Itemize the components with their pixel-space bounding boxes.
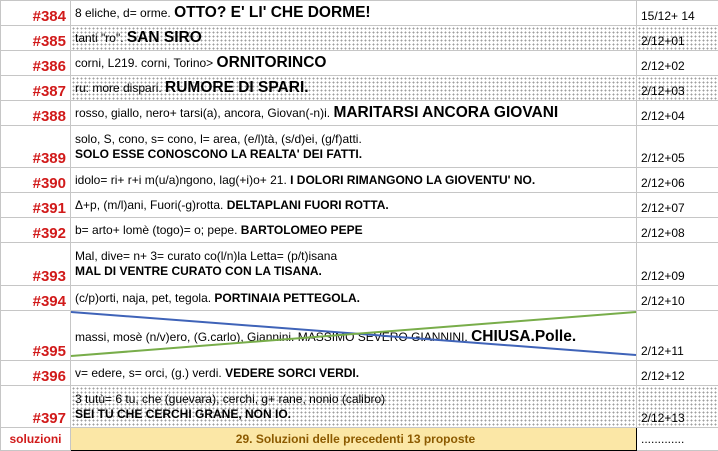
row-number[interactable]: #397 [0, 385, 71, 428]
row-number[interactable]: #384 [0, 0, 71, 26]
answer-text: SEI TU CHE CERCHI GRANE, NON IO. [75, 406, 292, 421]
row-text[interactable]: b= arto+ lomè (togo)= o; pepe. BARTOLOME… [70, 217, 637, 243]
row-number[interactable]: #385 [0, 25, 71, 51]
row-date[interactable]: 2/12+02 [636, 50, 718, 76]
row-number[interactable]: #390 [0, 167, 71, 193]
row-text[interactable]: rosso, giallo, nero+ tarsi(a), ancora, G… [70, 100, 637, 126]
row-date[interactable]: 2/12+12 [636, 360, 718, 386]
row-text[interactable]: ru: more dispari. RUMORE DI SPARI. [70, 75, 637, 101]
clue-text: idolo= ri+ r+i m(u/a)ngono, lag(+i)o+ 21… [75, 172, 291, 187]
clue-text: rosso, giallo, nero+ tarsi(a), ancora, G… [75, 106, 334, 120]
row-date[interactable]: 2/12+13 [636, 385, 718, 428]
clue-text: (c/p)orti, naja, pet, tegola. [75, 290, 215, 305]
row-date[interactable]: 2/12+01 [636, 25, 718, 51]
row-date[interactable]: 2/12+04 [636, 100, 718, 126]
row-text[interactable]: tanti "ro". SAN SIRO [70, 25, 637, 51]
row-text[interactable]: (c/p)orti, naja, pet, tegola. PORTINAIA … [70, 285, 637, 311]
row-text[interactable]: Mal, dive= n+ 3= curato co(l/n)la Letta=… [70, 242, 637, 286]
row-number[interactable]: #388 [0, 100, 71, 126]
row-number[interactable]: #393 [0, 242, 71, 286]
answer-text: DELTAPLANI FUORI ROTTA. [226, 197, 389, 212]
clue-text: b= arto+ lomè (togo)= o; pepe. [75, 222, 241, 237]
row-text[interactable]: Δ+p, (m/l)ani, Fuori(-g)rotta. DELTAPLAN… [70, 192, 637, 218]
row-text[interactable]: v= edere, s= orci, (g.) verdi. VEDERE SO… [70, 360, 637, 386]
clue-text: tanti "ro". [75, 31, 127, 45]
answer-text: PORTINAIA PETTEGOLA. [214, 290, 360, 305]
row-date[interactable]: 2/12+06 [636, 167, 718, 193]
answer-text: OTTO? E' LI' CHE DORME! [174, 4, 371, 21]
answer-text: SOLO ESSE CONOSCONO LA REALTA' DEI FATTI… [75, 146, 363, 161]
answer-text: ORNITORINCO [216, 54, 327, 71]
solutions-label[interactable]: soluzioni [0, 427, 71, 451]
answer-text: RUMORE DI SPARI. [165, 79, 309, 96]
answer-text: SAN SIRO [126, 29, 202, 46]
row-date[interactable]: 2/12+03 [636, 75, 718, 101]
row-number[interactable]: #395 [0, 310, 71, 361]
clue-text: 8 eliche, d= orme. [75, 6, 175, 20]
clue-text: v= edere, s= orci, (g.) verdi. [75, 365, 226, 380]
answer-text: BARTOLOMEO PEPE [240, 222, 363, 237]
row-date[interactable]: 15/12+ 14 [636, 0, 718, 26]
answer-text: CHIUSA.Polle. [471, 327, 577, 345]
row-date[interactable]: 2/12+11 [636, 310, 718, 361]
clue-text: ru: more dispari. [75, 81, 166, 95]
answer-text: MARITARSI ANCORA GIOVANI [333, 104, 559, 121]
solutions-date[interactable]: ............. [636, 427, 718, 451]
row-number[interactable]: #394 [0, 285, 71, 311]
clue-text: Δ+p, (m/l)ani, Fuori(-g)rotta. [75, 197, 227, 212]
clue-text: 3 tutù= 6 tu, che (guevara), cerchi, g+ … [75, 391, 386, 406]
puzzle-table: #384 8 eliche, d= orme. OTTO? E' LI' CHE… [0, 0, 718, 451]
row-text[interactable]: idolo= ri+ r+i m(u/a)ngono, lag(+i)o+ 21… [70, 167, 637, 193]
row-date[interactable]: 2/12+05 [636, 125, 718, 168]
row-number[interactable]: #389 [0, 125, 71, 168]
row-text[interactable]: solo, S, cono, s= cono, l= area, (e/l)tà… [70, 125, 637, 168]
spreadsheet: #384 8 eliche, d= orme. OTTO? E' LI' CHE… [0, 0, 718, 451]
solutions-banner[interactable]: 29. Soluzioni delle precedenti 13 propos… [70, 427, 637, 451]
row-text[interactable]: corni, L219. corni, Torino> ORNITORINCO [70, 50, 637, 76]
answer-text: I DOLORI RIMANGONO LA GIOVENTU' NO. [290, 172, 536, 187]
clue-text: corni, L219. corni, Torino> [75, 56, 217, 70]
row-number[interactable]: #392 [0, 217, 71, 243]
row-date[interactable]: 2/12+08 [636, 217, 718, 243]
row-date[interactable]: 2/12+07 [636, 192, 718, 218]
row-date[interactable]: 2/12+10 [636, 285, 718, 311]
row-text[interactable]: 3 tutù= 6 tu, che (guevara), cerchi, g+ … [70, 385, 637, 428]
row-text[interactable]: massi, mosè (n/v)ero, (G.carlo), Giannin… [70, 310, 637, 361]
row-number[interactable]: #391 [0, 192, 71, 218]
row-text[interactable]: 8 eliche, d= orme. OTTO? E' LI' CHE DORM… [70, 0, 637, 26]
answer-text: VEDERE SORCI VERDI. [225, 365, 360, 380]
row-number[interactable]: #387 [0, 75, 71, 101]
row-date[interactable]: 2/12+09 [636, 242, 718, 286]
answer-text: MAL DI VENTRE CURATO CON LA TISANA. [75, 264, 322, 278]
row-number[interactable]: #386 [0, 50, 71, 76]
clue-text: solo, S, cono, s= cono, l= area, (e/l)tà… [75, 131, 362, 146]
clue-text: massi, mosè (n/v)ero, (G.carlo), Giannin… [75, 329, 472, 344]
clue-text: Mal, dive= n+ 3= curato co(l/n)la Letta=… [75, 249, 338, 263]
row-number[interactable]: #396 [0, 360, 71, 386]
